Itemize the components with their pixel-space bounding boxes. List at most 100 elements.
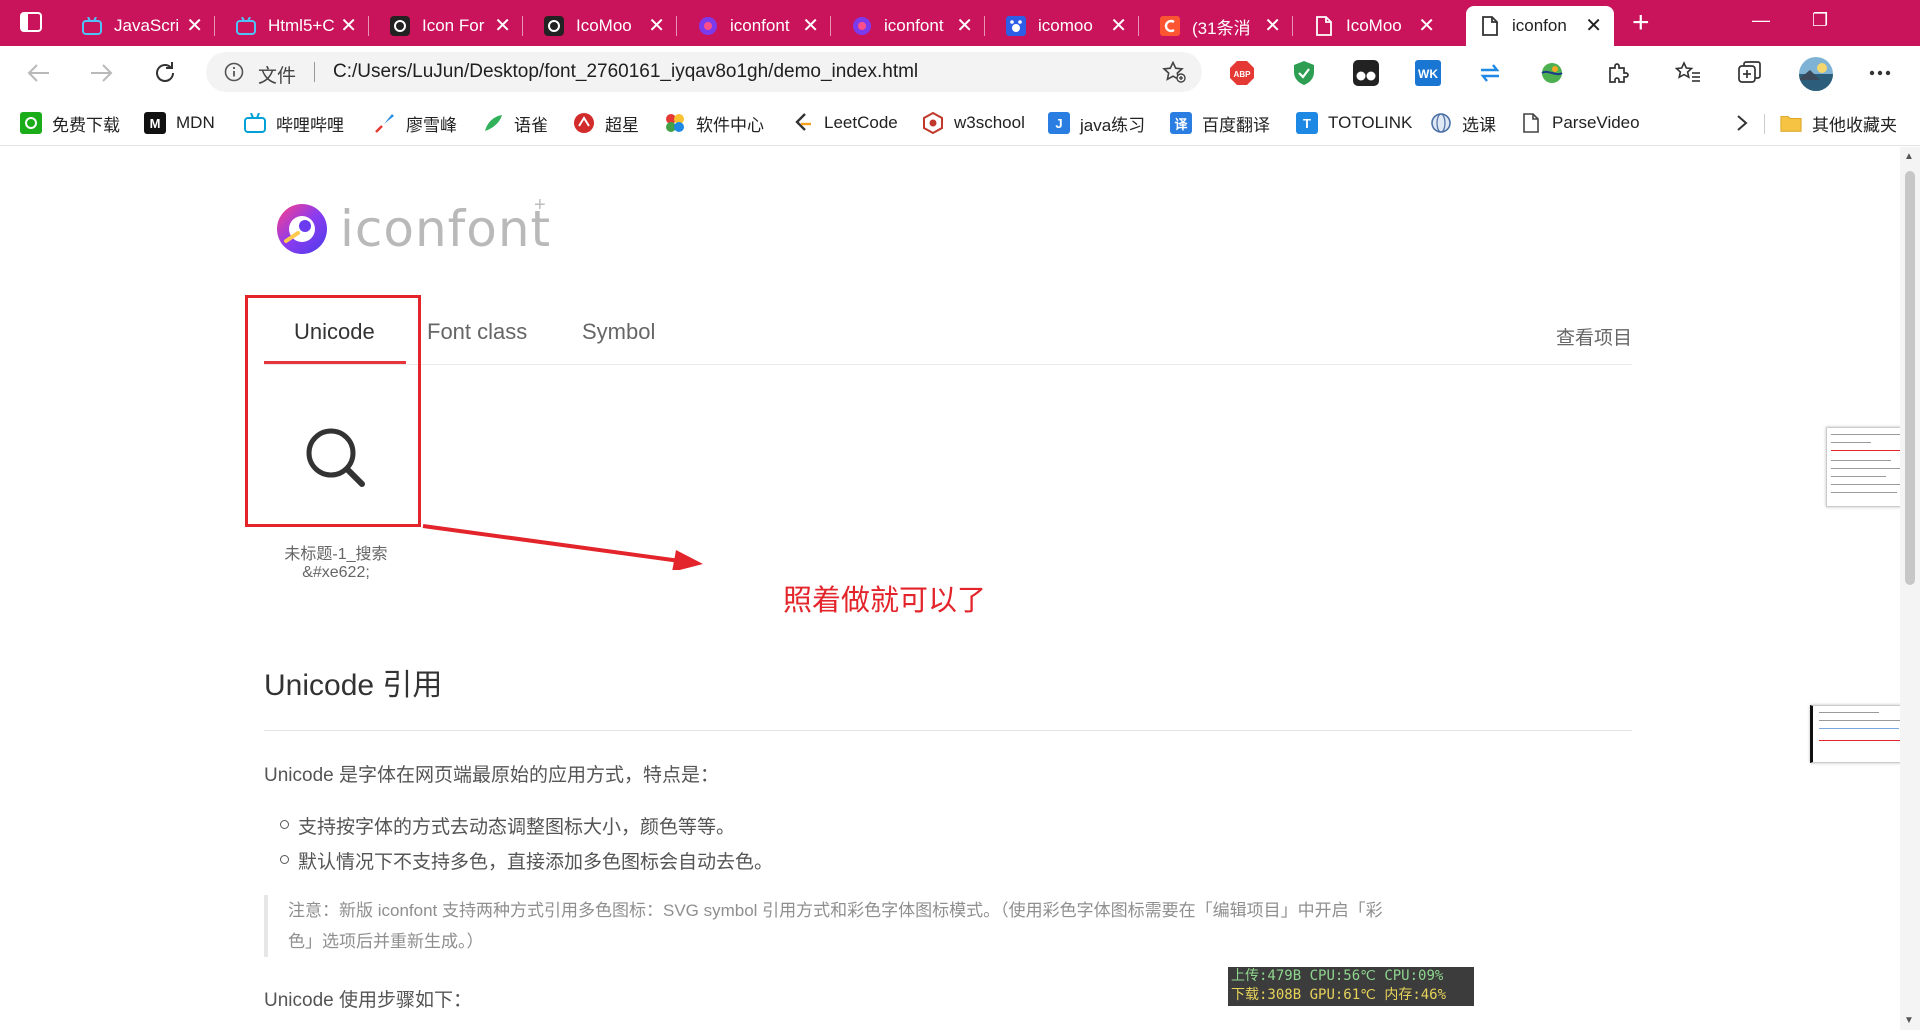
info-icon[interactable] [224, 62, 244, 87]
bookmark-item[interactable]: 选课 [1430, 110, 1496, 136]
tab-title: Icon For [422, 16, 485, 35]
bookmark-item[interactable]: 软件中心 [664, 110, 764, 136]
download-rate: 下载:308B [1231, 987, 1302, 1003]
wk-extension-icon[interactable]: WK [1414, 59, 1442, 87]
browser-tab[interactable]: (31条消 ✕ [1146, 6, 1293, 46]
bookmark-item[interactable]: ParseVideo [1520, 110, 1640, 136]
bookmark-item[interactable]: 免费下载 [20, 110, 120, 136]
refresh-icon[interactable] [152, 60, 178, 86]
tampermonkey-icon[interactable] [1352, 59, 1380, 87]
tab-title: icomoo [1038, 16, 1093, 35]
folder-icon [1780, 112, 1802, 134]
bookmark-label: ParseVideo [1552, 113, 1640, 132]
window-preview-thumbnail[interactable] [1810, 705, 1900, 763]
collections-icon[interactable] [1736, 59, 1764, 87]
browser-tab[interactable]: IcoMoo ✕ [1300, 6, 1447, 46]
note-blockquote: 注意：新版 iconfont 支持两种方式引用多色图标：SVG symbol 引… [264, 895, 1394, 957]
logo-plus: + [534, 194, 546, 216]
bookmark-item[interactable]: 超星 [573, 110, 639, 136]
globe-extension-icon[interactable] [1538, 59, 1566, 87]
sync-icon[interactable] [1476, 59, 1504, 87]
favorites-icon[interactable] [1674, 59, 1702, 87]
bookmark-item[interactable]: LeetCode [792, 110, 898, 136]
tab-close-icon[interactable]: ✕ [956, 16, 973, 36]
yuque-icon [482, 112, 504, 134]
tab-close-icon[interactable]: ✕ [648, 16, 665, 36]
cpu-temp: CPU:56℃ [1309, 968, 1376, 984]
bookmark-label: 百度翻译 [1202, 115, 1270, 135]
page-scrollbar[interactable]: ▲ ▼ [1900, 147, 1920, 1030]
tab-font-class[interactable]: Font class [427, 319, 527, 345]
steps-intro: Unicode 使用步骤如下： [264, 990, 472, 1011]
bookmark-label: 免费下载 [52, 115, 120, 135]
tab-title: IcoMoo [1346, 16, 1402, 35]
bilibili-icon [82, 16, 102, 36]
minimize-button[interactable]: — [1752, 10, 1770, 31]
address-bar[interactable]: 文件 C:/Users/LuJun/Desktop/font_2760161_i… [206, 52, 1202, 92]
bookmark-item[interactable]: 廖雪峰 [374, 110, 457, 136]
browser-tab[interactable]: Html5+C ✕ [222, 6, 369, 46]
browser-tab[interactable]: IcoMoo ✕ [530, 6, 677, 46]
bookmark-item[interactable]: 译 百度翻译 [1170, 110, 1270, 136]
browser-tab[interactable]: JavaScri ✕ [68, 6, 215, 46]
page-icon [1480, 16, 1500, 36]
tab-symbol[interactable]: Symbol [582, 319, 655, 345]
bookmark-item[interactable]: T TOTOLINK [1296, 110, 1412, 136]
memory-usage: 内存:46% [1384, 987, 1447, 1003]
translate-icon: 译 [1170, 112, 1192, 134]
bookmark-label: TOTOLINK [1328, 113, 1413, 132]
bookmarks-overflow-icon[interactable] [1736, 110, 1748, 136]
browser-tab-active[interactable]: iconfon ✕ [1466, 6, 1614, 46]
network-monitor-overlay: 上传:479B CPU:56℃ CPU:09% 下载:308B GPU:61℃ … [1228, 967, 1474, 1006]
scroll-down-icon[interactable]: ▼ [1904, 1015, 1914, 1026]
new-tab-button[interactable]: + [1632, 8, 1650, 38]
iconfont-logo[interactable]: iconfont + [276, 194, 552, 258]
tab-title: IcoMoo [576, 16, 632, 35]
view-project-link[interactable]: 查看项目 [1556, 323, 1632, 350]
back-arrow-icon[interactable] [26, 60, 52, 86]
browser-tab[interactable]: icomoo ✕ [992, 6, 1139, 46]
shield-icon[interactable] [1290, 59, 1318, 87]
forward-arrow-icon[interactable] [88, 60, 114, 86]
logo-text: iconfont [340, 200, 552, 258]
tab-close-icon[interactable]: ✕ [1585, 16, 1602, 36]
extensions-puzzle-icon[interactable] [1604, 59, 1632, 87]
browser-tab[interactable]: iconfont ✕ [684, 6, 831, 46]
section-divider [264, 730, 1632, 731]
address-url[interactable]: C:/Users/LuJun/Desktop/font_2760161_iyqa… [333, 61, 918, 83]
add-favorite-icon[interactable] [1162, 60, 1186, 88]
profile-avatar[interactable] [1798, 56, 1834, 92]
other-favorites-folder[interactable]: 其他收藏夹 [1780, 110, 1897, 136]
annotation-arrow [422, 524, 703, 570]
tab-title: iconfon [1512, 16, 1567, 35]
tab-close-icon[interactable]: ✕ [340, 16, 357, 36]
tab-close-icon[interactable]: ✕ [186, 16, 203, 36]
tab-close-icon[interactable]: ✕ [802, 16, 819, 36]
svg-text:ABP: ABP [1234, 70, 1252, 79]
bookmark-item[interactable]: 哔哩哔哩 [244, 110, 344, 136]
browser-tab[interactable]: Icon For ✕ [376, 6, 523, 46]
bookmark-item[interactable]: M MDN [144, 110, 215, 136]
bookmark-item[interactable]: 语雀 [482, 110, 548, 136]
more-menu-icon[interactable] [1866, 59, 1894, 87]
tab-close-icon[interactable]: ✕ [1264, 16, 1281, 36]
bookmark-item[interactable]: J java练习 [1048, 110, 1145, 136]
tab-title: Html5+C [268, 16, 335, 35]
tab-close-icon[interactable]: ✕ [1418, 16, 1435, 36]
tab-strip: JavaScri ✕ Html5+C ✕ Icon For ✕ IcoMoo ✕… [0, 0, 1920, 46]
rocket-icon [374, 112, 396, 134]
scroll-up-icon[interactable]: ▲ [1904, 151, 1914, 162]
browser-tab[interactable]: iconfont ✕ [838, 6, 985, 46]
bookmark-label: MDN [176, 113, 215, 132]
java-icon: J [1048, 112, 1070, 134]
restore-button[interactable]: ❐ [1812, 10, 1828, 31]
annotation-text: 照着做就可以了 [783, 585, 987, 617]
adblock-plus-icon[interactable]: ABP [1228, 59, 1256, 87]
svg-text:WK: WK [1418, 67, 1438, 81]
tab-close-icon[interactable]: ✕ [494, 16, 511, 36]
tab-close-icon[interactable]: ✕ [1110, 16, 1127, 36]
tab-actions-icon[interactable] [18, 9, 44, 35]
window-preview-thumbnail[interactable] [1826, 427, 1900, 507]
scroll-thumb[interactable] [1905, 171, 1915, 585]
bookmark-item[interactable]: w3school [922, 110, 1025, 136]
